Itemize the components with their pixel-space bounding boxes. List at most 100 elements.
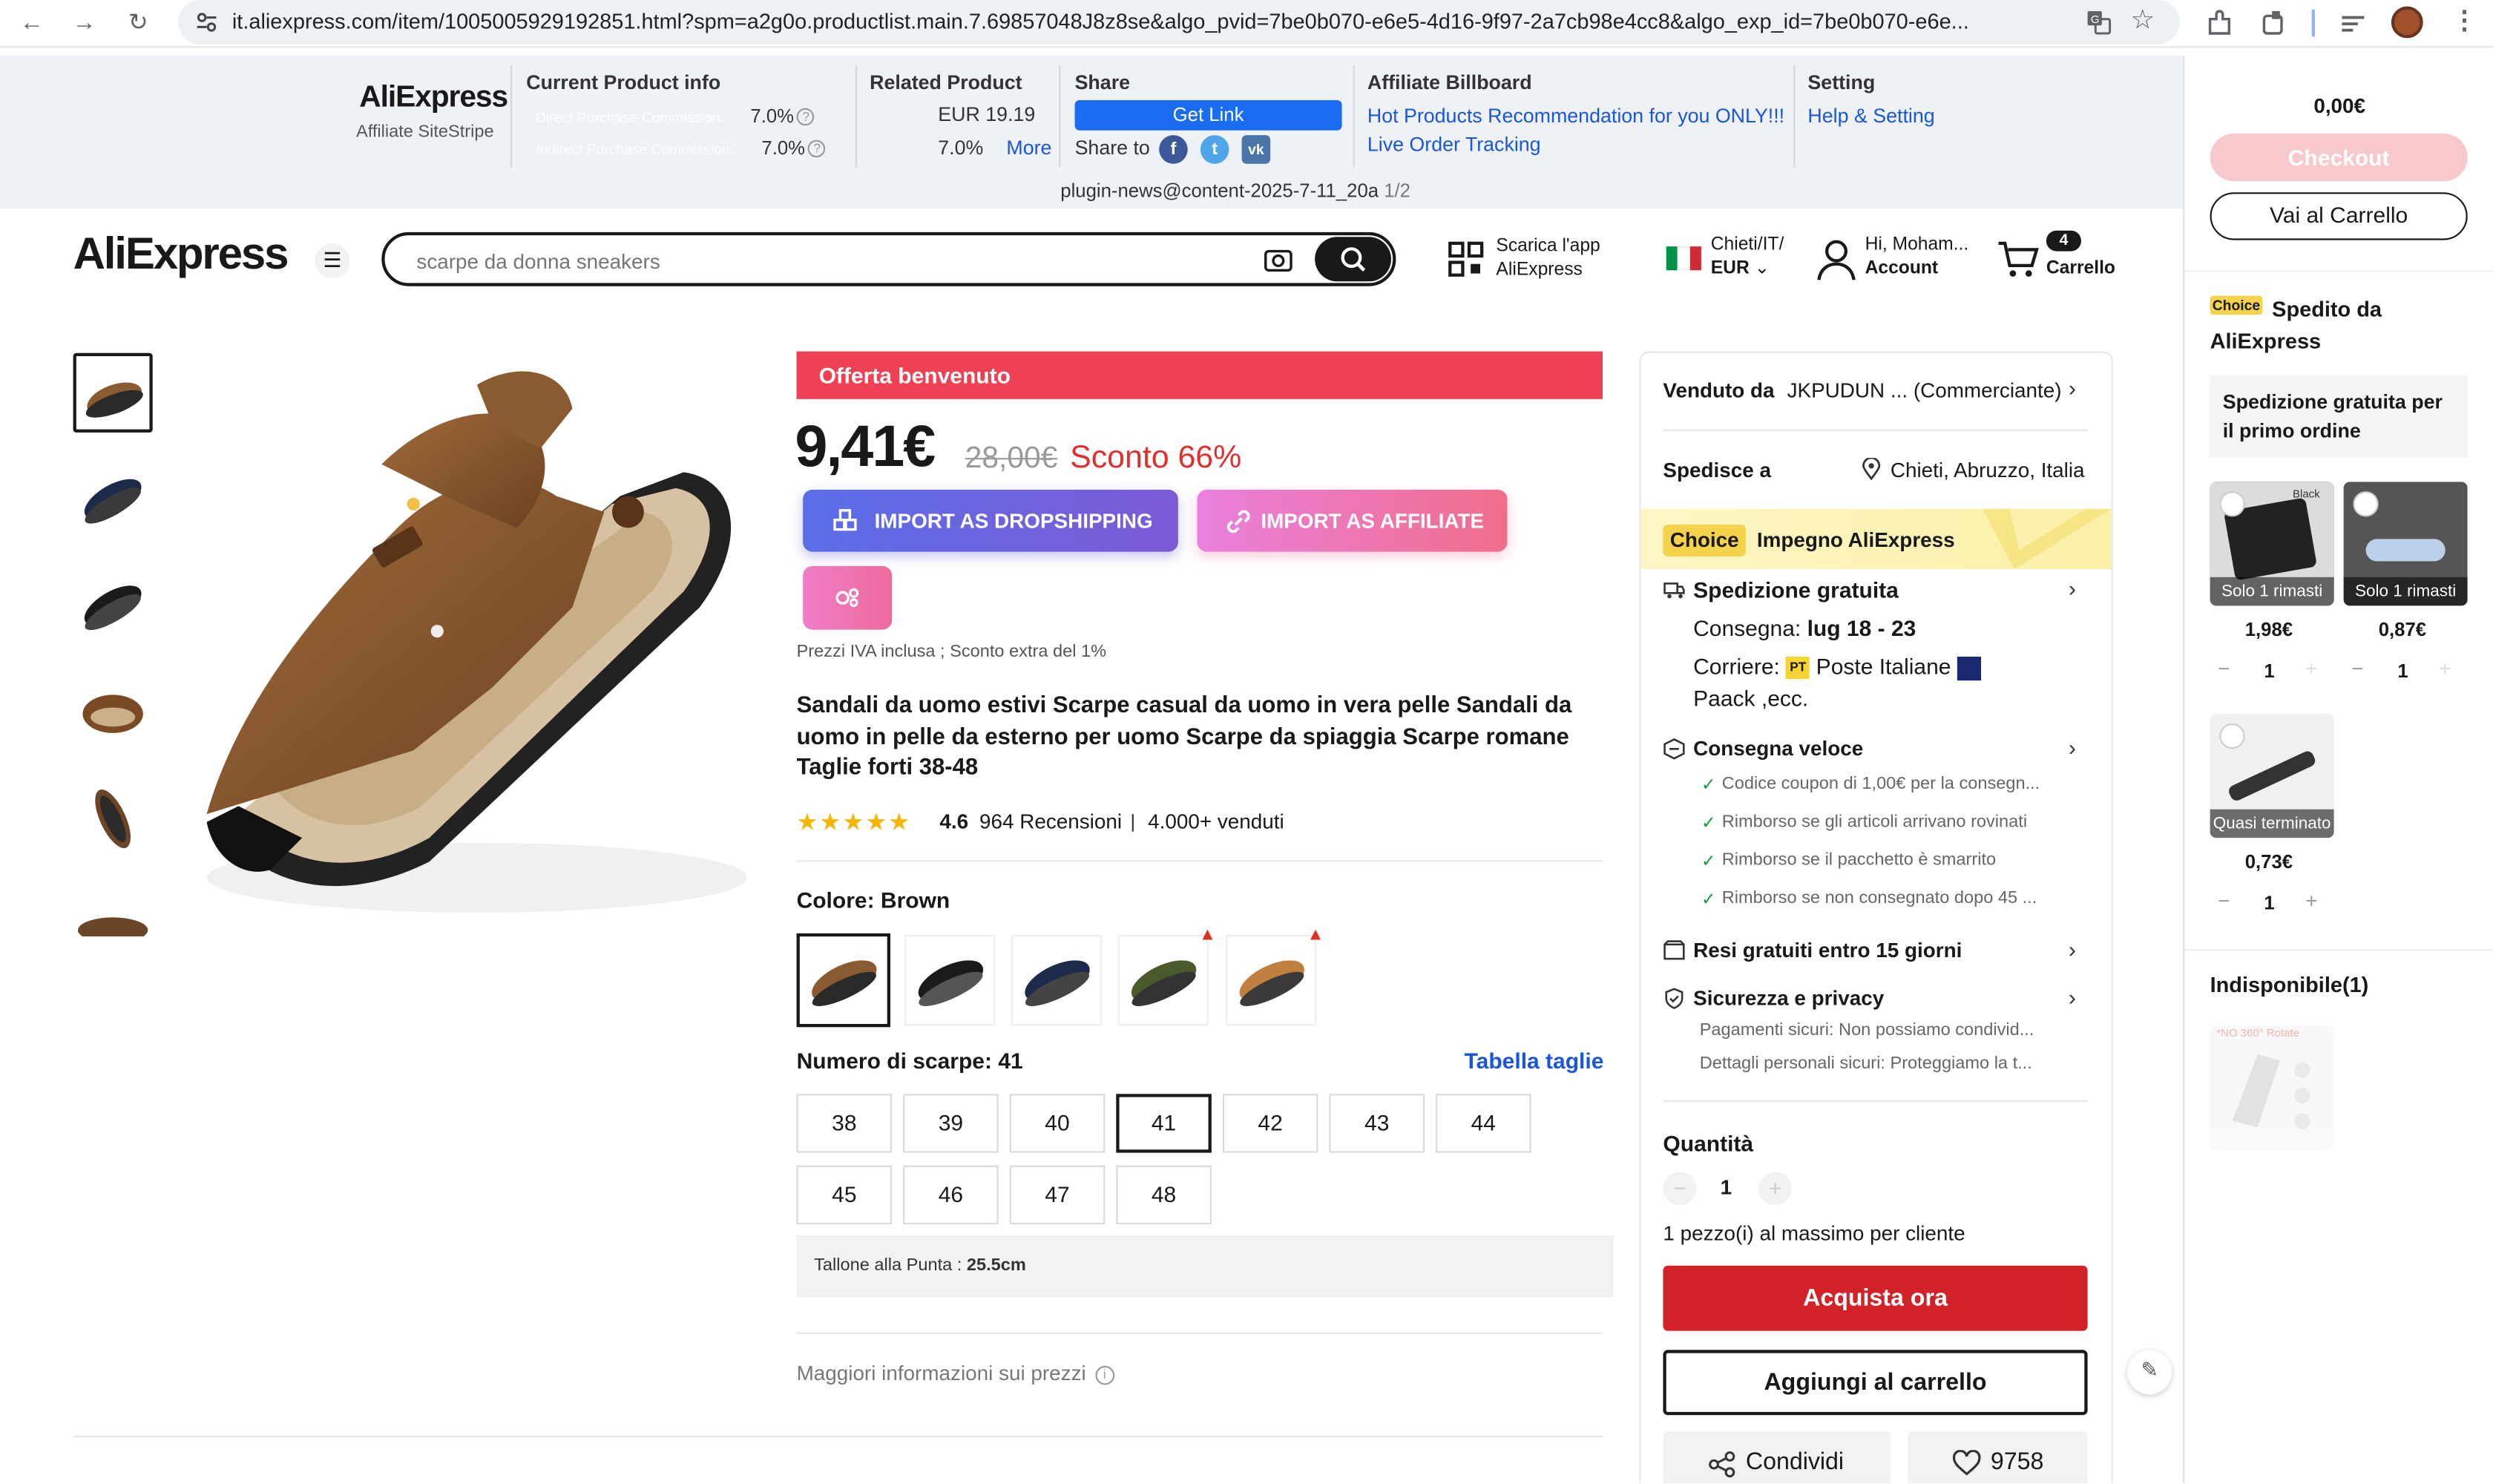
seller-name-link[interactable]: JKPUDUN ... (Commerciante) [1787, 378, 2062, 402]
facebook-icon[interactable]: f [1159, 135, 1188, 164]
extensions-icon[interactable] [2258, 8, 2290, 40]
chevron-right-icon[interactable]: › [2069, 735, 2076, 760]
size-option[interactable]: 47 [1009, 1165, 1106, 1224]
download-app-link[interactable]: Scarica l'app AliExpress [1496, 235, 1600, 283]
qr-app-icon[interactable] [1447, 240, 1485, 278]
forward-icon[interactable]: → [68, 8, 100, 40]
account-link[interactable]: Hi, Moham... Account [1865, 234, 1969, 281]
buy-now-button[interactable]: Acquista ora [1663, 1265, 2088, 1331]
chevron-right-icon[interactable]: › [2069, 576, 2076, 601]
account-user-icon[interactable] [1816, 237, 1857, 281]
address-bar[interactable]: it.aliexpress.com/item/1005005929192851.… [178, 0, 2180, 45]
fast-delivery-title[interactable]: Consegna veloce [1693, 736, 1863, 760]
cart-icon[interactable] [1995, 238, 2040, 280]
camera-search-icon[interactable] [1262, 245, 1294, 277]
extension-puzzle-icon[interactable] [2204, 8, 2236, 40]
billboard-hot-products-link[interactable]: Hot Products Recommendation for you ONLY… [1367, 105, 1784, 127]
qty-minus-button[interactable]: − [2351, 657, 2363, 680]
free-shipping-title[interactable]: Spedizione gratuita [1693, 577, 1899, 603]
more-price-info-link[interactable]: Maggiori informazioni sui prezzi i [797, 1361, 1114, 1385]
product-thumbnail[interactable] [73, 352, 153, 433]
edit-pencil-icon[interactable]: ✎ [2127, 1350, 2172, 1395]
twitter-icon[interactable]: t [1200, 135, 1229, 164]
security-personal-line: Dettagli personali sicuri: Proteggiamo l… [1699, 1054, 2032, 1074]
cart-item-image[interactable]: Black Solo 1 rimasti [2210, 482, 2334, 606]
quantity-decrease-button[interactable]: − [1663, 1172, 1697, 1206]
search-button[interactable] [1315, 237, 1391, 282]
select-radio[interactable] [2219, 491, 2245, 517]
product-thumbnail[interactable] [73, 885, 153, 937]
hot-flame-icon: ▲ [1307, 925, 1324, 945]
size-table-link[interactable]: Tabella taglie [1465, 1048, 1604, 1073]
color-option-brown[interactable] [796, 933, 890, 1028]
qty-plus-button[interactable]: + [2439, 657, 2451, 680]
search-input[interactable] [416, 245, 1212, 277]
aliexpress-logo[interactable]: AliExpress [73, 229, 289, 280]
size-option[interactable]: 45 [796, 1165, 893, 1224]
size-option[interactable]: 40 [1009, 1094, 1106, 1153]
color-option-green[interactable] [1117, 935, 1209, 1026]
qty-plus-button[interactable]: + [2305, 657, 2317, 680]
billboard-order-tracking-link[interactable]: Live Order Tracking [1367, 134, 1541, 156]
back-icon[interactable]: ← [16, 8, 47, 40]
add-to-cart-button[interactable]: Aggiungi al carrello [1663, 1350, 2088, 1416]
chevron-right-icon[interactable]: › [2069, 984, 2076, 1009]
ship-destination[interactable]: Chieti, Abruzzo, Italia [1891, 458, 2085, 482]
profile-avatar[interactable] [2391, 6, 2423, 39]
reading-list-icon[interactable] [2337, 8, 2369, 40]
site-settings-icon[interactable] [194, 10, 219, 35]
share-button[interactable]: Condividi [1663, 1431, 1891, 1484]
translate-icon[interactable]: G [2084, 8, 2113, 37]
qty-minus-button[interactable]: − [2218, 657, 2230, 680]
select-radio[interactable] [2353, 491, 2379, 517]
size-option[interactable]: 46 [903, 1165, 999, 1224]
wishlist-button[interactable]: 9758 [1908, 1431, 2088, 1484]
size-option[interactable]: 39 [903, 1094, 999, 1153]
cart-item-image[interactable]: Quasi terminato [2210, 714, 2334, 838]
cart-item-image[interactable]: Solo 1 rimasti [2343, 482, 2468, 606]
color-option-tan[interactable] [1226, 935, 1317, 1026]
color-option-black[interactable] [904, 935, 996, 1026]
qty-minus-button[interactable]: − [2218, 889, 2230, 913]
size-option[interactable]: 43 [1329, 1094, 1425, 1153]
size-option[interactable]: 42 [1222, 1094, 1318, 1153]
reload-icon[interactable]: ↻ [122, 8, 154, 40]
size-option-selected[interactable]: 41 [1116, 1094, 1212, 1153]
import-affiliate-button[interactable]: IMPORT AS AFFILIATE [1197, 490, 1508, 552]
size-option[interactable]: 38 [796, 1094, 893, 1153]
cart-label[interactable]: Carrello [2046, 257, 2115, 281]
region-currency-selector[interactable]: Chieti/IT/EUR ⌄ [1711, 234, 1784, 281]
quantity-value[interactable]: 1 [1721, 1175, 1732, 1199]
plugin-news-text[interactable]: plugin-news@content-2025-7-11_20a 1/2 [1060, 180, 1410, 202]
chevron-right-icon[interactable]: › [2069, 936, 2076, 962]
unavailable-item-image[interactable]: *NO 360° Rotate [2210, 1025, 2334, 1150]
select-radio[interactable] [2219, 723, 2245, 749]
go-to-cart-button[interactable]: Vai al Carrello [2210, 192, 2468, 240]
quantity-increase-button[interactable]: + [1758, 1172, 1792, 1206]
size-option[interactable]: 44 [1435, 1094, 1531, 1153]
settings-tool-button[interactable] [803, 565, 893, 630]
security-privacy-title[interactable]: Sicurezza e privacy [1693, 986, 1884, 1010]
get-link-button[interactable]: Get Link [1074, 100, 1342, 131]
browser-menu-icon[interactable]: ⋮ [2451, 4, 2477, 36]
reviews-link[interactable]: 964 Recensioni [979, 810, 1122, 833]
import-dropshipping-button[interactable]: IMPORT AS DROPSHIPPING [803, 490, 1178, 552]
vat-note: Prezzi IVA inclusa ; Sconto extra del 1% [796, 642, 1107, 662]
chevron-right-icon[interactable]: › [2069, 375, 2076, 401]
product-thumbnail[interactable] [73, 779, 153, 859]
free-returns-title[interactable]: Resi gratuiti entro 15 giorni [1693, 938, 1962, 962]
vk-icon[interactable]: vk [1241, 135, 1271, 164]
help-setting-link[interactable]: Help & Setting [1807, 105, 1934, 127]
product-thumbnail[interactable] [73, 672, 153, 752]
related-more-link[interactable]: More [1006, 137, 1051, 159]
main-product-image[interactable] [174, 352, 773, 939]
svg-text:G: G [2091, 13, 2100, 26]
product-thumbnail[interactable] [73, 459, 153, 539]
categories-menu-icon[interactable]: ☰ [315, 243, 350, 278]
product-thumbnail[interactable] [73, 565, 153, 646]
checkout-button[interactable]: Checkout [2210, 134, 2468, 182]
bookmark-star-icon[interactable]: ☆ [2130, 4, 2155, 36]
size-option[interactable]: 48 [1116, 1165, 1212, 1224]
qty-plus-button[interactable]: + [2305, 889, 2317, 913]
color-option-blue[interactable] [1011, 935, 1102, 1026]
